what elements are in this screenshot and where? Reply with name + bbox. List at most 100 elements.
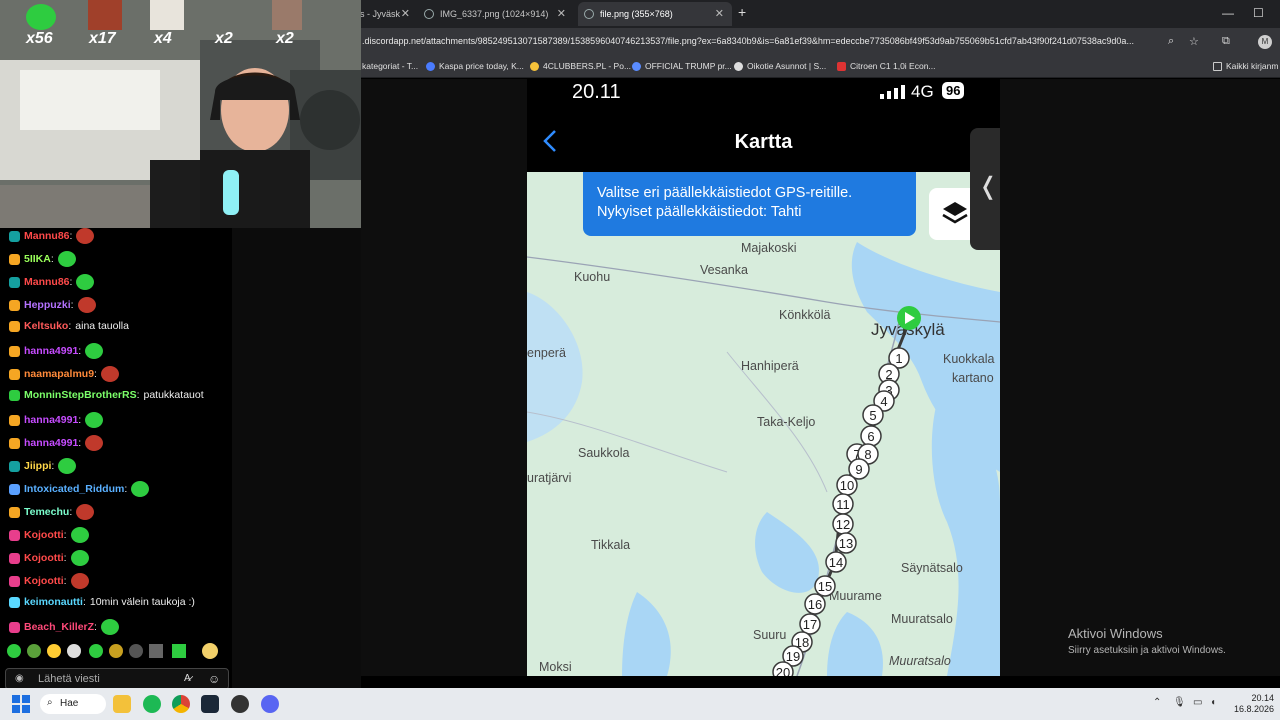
chat-emote-icon	[70, 573, 89, 589]
tray-chevron-up-icon[interactable]: ⌃	[1153, 697, 1161, 708]
chat-side-area	[232, 228, 361, 688]
windows-start-icon[interactable]	[12, 695, 30, 713]
chat-username[interactable]: Intoxicated_Riddum	[24, 483, 124, 495]
zoom-icon[interactable]: ⌕	[1168, 35, 1174, 48]
route-waypoint[interactable]: 6	[860, 425, 882, 447]
chat-emote-icon	[70, 527, 89, 543]
chat-username[interactable]: Heppuzki	[24, 299, 71, 311]
discord-icon[interactable]	[261, 695, 279, 713]
map[interactable]: Valitse eri päällekkäistiedot GPS-reitil…	[527, 172, 1000, 676]
chat-badge-icon	[9, 575, 20, 587]
chat-colon: :	[69, 506, 73, 518]
tab-file-png[interactable]: file.png (355×768) ✕	[578, 2, 732, 26]
route-waypoint[interactable]: 10	[836, 474, 858, 496]
chat-input[interactable]: ◉ Lähetä viesti A̷ ☺	[5, 668, 229, 690]
bookmark-item[interactable]: Kaspa price today, K...	[426, 61, 524, 71]
taskbar-search[interactable]: ⌕ Hae	[40, 694, 106, 714]
chat-badge-icon	[9, 414, 20, 426]
chat-badge-icon	[9, 368, 20, 380]
chat-username[interactable]: hanna4991	[24, 437, 78, 449]
profile-avatar-icon[interactable]: M	[1258, 35, 1272, 49]
chat-username[interactable]: hanna4991	[24, 414, 78, 426]
route-waypoint[interactable]: 20	[772, 661, 794, 676]
signal-bars-icon	[880, 85, 905, 99]
chat-colon: :	[78, 437, 82, 449]
bookmark-folder[interactable]: Kaikki kirjanm	[1213, 61, 1278, 71]
chat-username[interactable]: Beach_KillerZ	[24, 621, 94, 633]
tab-img6337[interactable]: IMG_6337.png (1024×914) ✕	[422, 2, 574, 26]
route-waypoint[interactable]: 11	[832, 493, 854, 515]
chat-username[interactable]: hanna4991	[24, 345, 78, 357]
chat-username[interactable]: 5IIKA	[24, 253, 51, 265]
route-waypoint[interactable]: 15	[814, 575, 836, 597]
webcam-feed: x56 x17 x4 x2 x2	[0, 0, 361, 228]
taskbar-clock[interactable]: 20.14 16.8.2026	[1222, 693, 1274, 715]
bookmark-label: Kaikki kirjanm	[1226, 61, 1279, 71]
chat-username[interactable]: keimonautti	[24, 596, 83, 608]
steam-icon[interactable]	[201, 695, 219, 713]
close-tab-icon[interactable]: ✕	[715, 7, 724, 20]
chat-emote-icon	[76, 274, 95, 290]
waypoint-number: 17	[803, 617, 817, 632]
network-icon[interactable]: ▭	[1193, 697, 1202, 708]
chat-colon: :	[94, 368, 97, 380]
bookmark-item[interactable]: OFFICIAL TRUMP pr...	[632, 61, 732, 71]
chat-text: patukkatauot	[143, 389, 204, 401]
minimize-icon[interactable]: —	[1222, 6, 1234, 20]
kaspa-icon	[426, 61, 435, 71]
route-waypoint[interactable]: 16	[804, 593, 826, 615]
chrome-icon[interactable]	[172, 695, 190, 713]
chat-emote-icon	[70, 550, 89, 566]
emote-count: x17	[89, 30, 116, 47]
chat-settings-icon[interactable]: ◉	[15, 673, 24, 684]
chat-username[interactable]: naamapalmu9	[24, 368, 94, 380]
chat-username[interactable]: Jiippi	[24, 460, 51, 472]
chat-username[interactable]: Mannu86	[24, 230, 70, 242]
route-waypoint[interactable]: 17	[799, 613, 821, 635]
side-panel-toggle[interactable]: ❬	[970, 128, 1000, 250]
address-bar[interactable]: .discordapp.net/attachments/985249513071…	[362, 36, 1162, 46]
route-waypoint[interactable]: 13	[835, 532, 857, 554]
bookmark-star-icon[interactable]: ☆	[1189, 35, 1199, 48]
volume-icon[interactable]: ◖	[1210, 697, 1216, 708]
microphone-icon[interactable]: 🎙	[1173, 697, 1186, 708]
translate-icon[interactable]: A̷	[184, 673, 191, 684]
spotify-icon[interactable]	[143, 695, 161, 713]
route-waypoint[interactable]: 14	[825, 551, 847, 573]
route-waypoint[interactable]: 12	[832, 513, 854, 535]
chat-username[interactable]: Keltsuko	[24, 320, 68, 332]
close-tab-icon[interactable]: ✕	[557, 7, 566, 20]
chat-colon: :	[78, 345, 82, 357]
waypoint-number: 10	[840, 478, 854, 493]
chat-message: Mannu86:	[9, 274, 95, 290]
emoji-icon[interactable]: ☺	[208, 672, 220, 686]
bookmark-item[interactable]: Citroen C1 1,0i Econ...	[837, 61, 936, 71]
close-tab-icon[interactable]: ✕	[401, 7, 410, 20]
file-explorer-icon[interactable]	[113, 695, 131, 713]
route-waypoint[interactable]: 5	[862, 404, 884, 426]
chat-badge-icon	[9, 621, 20, 633]
chat-username[interactable]: Kojootti	[24, 529, 64, 541]
emote-row	[6, 642, 226, 660]
waypoint-number: 4	[880, 394, 887, 409]
extensions-icon[interactable]: ⧉	[1222, 35, 1230, 48]
new-tab-icon[interactable]: +	[738, 4, 746, 20]
chat-username[interactable]: Mannu86	[24, 276, 70, 288]
chat-message: naamapalmu9:	[9, 366, 119, 382]
route-start-pin-icon[interactable]	[897, 306, 921, 330]
bookmark-item[interactable]: Oikotie Asunnot | S...	[734, 61, 826, 71]
search-icon: ⌕	[47, 697, 53, 708]
bookmark-item[interactable]: kategoriat - T...	[362, 61, 418, 71]
waypoint-number: 13	[839, 536, 853, 551]
chat-username[interactable]: Temechu	[24, 506, 69, 518]
bookmark-item[interactable]: 4CLUBBERS.PL - Po...	[530, 61, 631, 71]
emote-count: x56	[26, 30, 53, 47]
obs-icon[interactable]	[231, 695, 249, 713]
maximize-icon[interactable]: ☐	[1253, 6, 1264, 20]
emote-combo-bar: x56 x17 x4 x2 x2	[0, 0, 361, 48]
chat-username[interactable]: Kojootti	[24, 575, 64, 587]
chat-colon: :	[63, 552, 67, 564]
chat-username[interactable]: MonninStepBrotherRS	[24, 389, 137, 401]
face-emote-icon	[88, 0, 122, 30]
chat-username[interactable]: Kojootti	[24, 552, 64, 564]
